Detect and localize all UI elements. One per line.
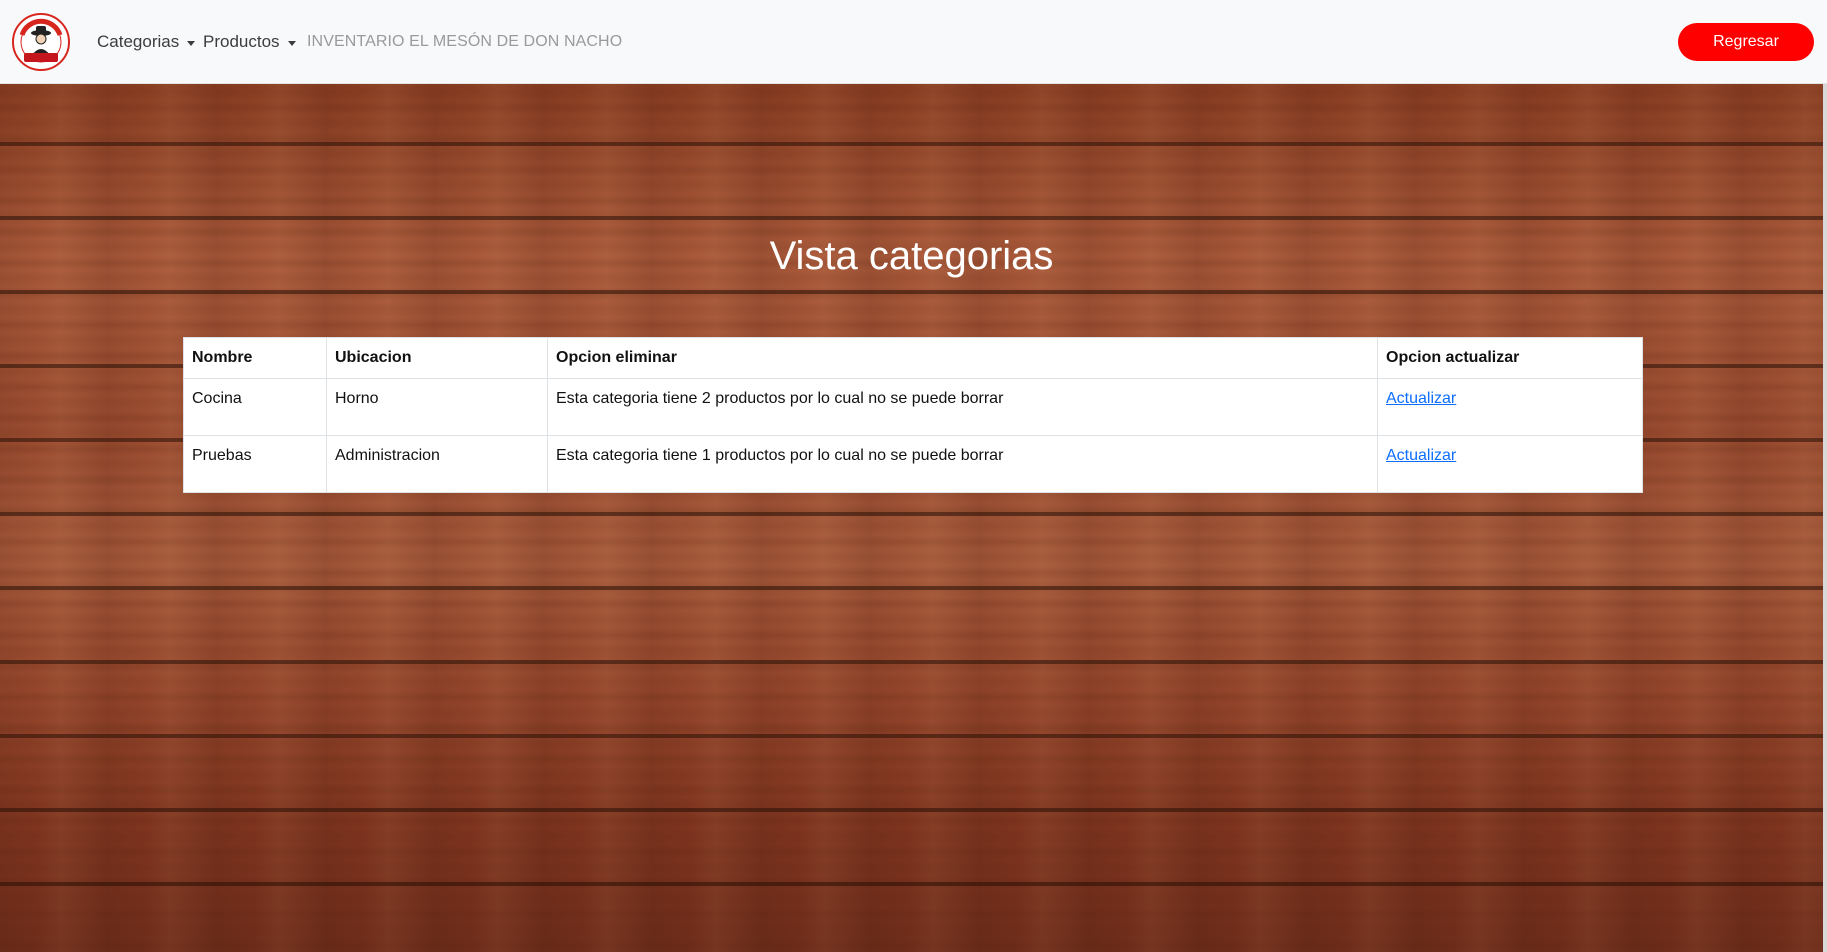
table-row: Cocina Horno Esta categoria tiene 2 prod… xyxy=(183,378,1643,436)
caret-down-icon xyxy=(187,40,196,46)
column-header-ubicacion: Ubicacion xyxy=(326,337,548,379)
page-title: Vista categorias xyxy=(769,234,1054,278)
column-header-opcion-actualizar: Opcion actualizar xyxy=(1377,337,1643,379)
brand-text[interactable]: INVENTARIO EL MESÓN DE DON NACHO xyxy=(307,28,622,56)
categories-table: Nombre Ubicacion Opcion eliminar Opcion … xyxy=(183,337,1643,493)
nav-categorias-label: Categorias xyxy=(97,32,180,51)
top-navbar: Categorias Productos INVENTARIO EL MESÓN… xyxy=(0,0,1827,84)
wood-background xyxy=(0,84,1823,952)
nav-categorias-dropdown[interactable]: Categorias xyxy=(97,28,196,56)
column-header-opcion-eliminar: Opcion eliminar xyxy=(547,337,1378,379)
cell-ubicacion: Administracion xyxy=(326,435,548,493)
cell-ubicacion: Horno xyxy=(326,378,548,436)
table-row: Pruebas Administracion Esta categoria ti… xyxy=(183,435,1643,493)
categories-table-container: Nombre Ubicacion Opcion eliminar Opcion … xyxy=(183,337,1643,493)
column-header-nombre: Nombre xyxy=(183,337,327,379)
back-button[interactable]: Regresar xyxy=(1678,23,1814,61)
table-header-row: Nombre Ubicacion Opcion eliminar Opcion … xyxy=(183,337,1643,379)
cell-nombre: Pruebas xyxy=(183,435,327,493)
caret-down-icon xyxy=(287,40,296,46)
page-scrollbar[interactable] xyxy=(1823,84,1827,952)
cell-opcion-actualizar: Actualizar xyxy=(1377,435,1643,493)
cell-opcion-eliminar: Esta categoria tiene 2 productos por lo … xyxy=(547,378,1378,436)
don-nacho-logo-icon[interactable] xyxy=(12,13,70,71)
cell-opcion-eliminar: Esta categoria tiene 1 productos por lo … xyxy=(547,435,1378,493)
actualizar-link[interactable]: Actualizar xyxy=(1386,390,1456,407)
cell-nombre: Cocina xyxy=(183,378,327,436)
nav-productos-dropdown[interactable]: Productos xyxy=(203,28,296,56)
nav-productos-label: Productos xyxy=(203,32,280,51)
actualizar-link[interactable]: Actualizar xyxy=(1386,447,1456,464)
cell-opcion-actualizar: Actualizar xyxy=(1377,378,1643,436)
